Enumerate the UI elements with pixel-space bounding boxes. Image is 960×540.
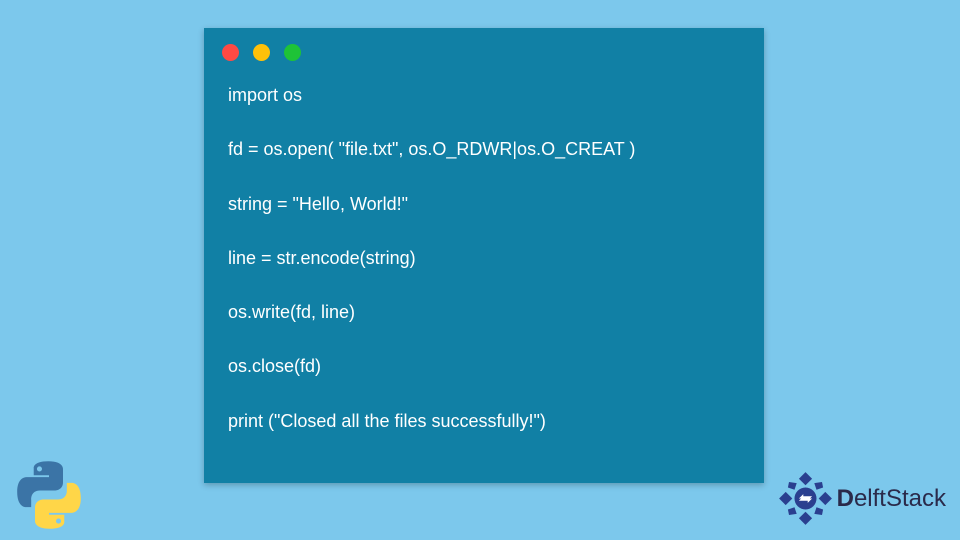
code-line: os.write(fd, line) xyxy=(228,300,740,324)
minimize-icon xyxy=(253,44,270,61)
code-line: line = str.encode(string) xyxy=(228,246,740,270)
window-titlebar xyxy=(204,28,764,69)
brand-name: DelftStack xyxy=(837,485,946,513)
python-logo-icon xyxy=(14,460,84,530)
code-body: import os fd = os.open( "file.txt", os.O… xyxy=(204,69,764,433)
code-line: fd = os.open( "file.txt", os.O_RDWR|os.O… xyxy=(228,137,740,161)
maximize-icon xyxy=(284,44,301,61)
code-line: print ("Closed all the files successfull… xyxy=(228,409,740,433)
delftstack-brand: DelftStack xyxy=(778,471,946,526)
code-window: import os fd = os.open( "file.txt", os.O… xyxy=(204,28,764,483)
code-line: os.close(fd) xyxy=(228,354,740,378)
delftstack-logo-icon xyxy=(778,471,833,526)
code-line: import os xyxy=(228,83,740,107)
close-icon xyxy=(222,44,239,61)
code-line: string = "Hello, World!" xyxy=(228,192,740,216)
